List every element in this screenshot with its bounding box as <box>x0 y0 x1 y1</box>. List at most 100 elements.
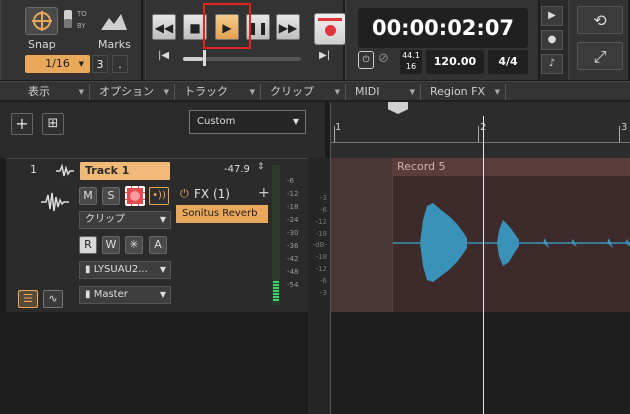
track-volume-value[interactable]: -47.9 <box>224 164 250 175</box>
add-fx-icon[interactable]: + <box>258 185 270 201</box>
go-to-end-icon[interactable]: ▶| <box>319 50 330 61</box>
control-bar: Snap TO BY Marks 1/16 ▼ 3 . ◀◀ ■ ▶ ❚❚ ▶▶… <box>0 0 630 80</box>
audio-clip[interactable] <box>392 158 630 312</box>
input-dropdown[interactable]: ▮ LYSUAU2... ▼ <box>79 261 171 279</box>
track-view-preset-value: Custom <box>197 116 236 127</box>
fx-power-icon[interactable]: ⏻ <box>180 187 189 201</box>
record-arm-button[interactable] <box>125 186 145 206</box>
menu-region-fx[interactable]: Region FX ▼ <box>424 84 506 100</box>
plus-icon: + <box>15 114 29 133</box>
record-button[interactable] <box>314 13 346 45</box>
clip-header[interactable]: Record 5 <box>392 158 630 176</box>
chevron-down-icon: ▼ <box>494 88 500 96</box>
playhead-marker-icon[interactable] <box>388 102 408 114</box>
waveform-scale: -3 -6 -12 -18 -dB- -18 -12 -6 -3 <box>308 158 330 414</box>
track-view-preset-dropdown[interactable]: Custom ▼ <box>189 110 306 134</box>
chevron-down-icon: ▼ <box>249 88 255 96</box>
chevron-down-icon: ▼ <box>409 88 415 96</box>
scale-label: -3 <box>320 194 327 202</box>
record-arm-icon <box>130 191 140 201</box>
edit-filter-value: クリップ <box>85 214 125 225</box>
metronome-button[interactable]: ♪ <box>541 54 563 74</box>
solo-button[interactable]: S <box>102 187 120 205</box>
position-slider-thumb[interactable] <box>203 50 206 66</box>
menu-track[interactable]: トラック ▼ <box>178 84 261 100</box>
position-slider-fill <box>183 57 203 61</box>
volume-spinner-icon[interactable]: ⇕ <box>257 162 265 172</box>
read-automation-button[interactable]: R <box>79 236 97 254</box>
menu-view[interactable]: 表示 ▼ <box>22 84 90 100</box>
output-value: Master <box>93 289 128 300</box>
snap-count-field[interactable]: 3 <box>92 55 108 73</box>
scale-label: -12 <box>315 265 327 273</box>
clock-source-icon[interactable]: ⏻ <box>358 51 374 69</box>
time-ruler[interactable]: 1 2 3 <box>330 102 630 158</box>
scale-label: -6 <box>320 277 327 285</box>
play-from-button[interactable]: ▶ <box>541 6 563 26</box>
automation-button[interactable]: A <box>149 236 167 254</box>
freeze-button[interactable]: ✳ <box>125 236 143 254</box>
snap-toggle-button[interactable] <box>25 7 58 35</box>
sync-disabled-icon[interactable]: ⊘ <box>378 51 389 66</box>
add-folder-button[interactable]: ⊞ <box>42 113 64 135</box>
waveform-icon <box>41 192 69 212</box>
rewind-button[interactable]: ◀◀ <box>152 14 176 40</box>
marks-icon[interactable] <box>99 10 129 32</box>
menu-midi-label: MIDI <box>355 85 380 98</box>
audio-track-icon <box>56 164 74 177</box>
menu-clip-label: クリップ <box>270 85 314 98</box>
track-name-field[interactable]: Track 1 <box>80 162 170 180</box>
automation-lane-icon[interactable]: ∿ <box>43 290 63 308</box>
menu-midi[interactable]: MIDI ▼ <box>349 84 421 100</box>
scale-label: -6 <box>320 206 327 214</box>
meter-scale-36: -36 <box>287 242 299 250</box>
track-strip-icon[interactable]: ☰ <box>18 290 38 308</box>
punch-icon: ⤢ <box>593 47 607 66</box>
snap-by-label: BY <box>77 22 86 30</box>
menu-region-fx-label: Region FX <box>430 85 486 98</box>
add-track-button[interactable]: + <box>11 113 33 135</box>
mute-button[interactable]: M <box>79 187 97 205</box>
input-value: LYSUAU2... <box>93 264 148 275</box>
menu-options[interactable]: オプション ▼ <box>93 84 175 100</box>
chevron-down-icon: ▼ <box>78 60 84 68</box>
output-device-icon: ▮ <box>85 289 91 300</box>
record-mode-button[interactable]: ● <box>541 30 563 50</box>
punch-button[interactable]: ⤢ <box>577 42 623 70</box>
meter-scale-12: -12 <box>287 190 299 198</box>
meter-scale-48: -48 <box>287 268 299 276</box>
clips-pane-empty-area[interactable] <box>330 312 630 414</box>
input-echo-icon: •)) <box>152 190 166 201</box>
scale-label: -18 <box>315 230 327 238</box>
fast-forward-button[interactable]: ▶▶ <box>276 14 300 40</box>
triangle-right-icon: ▶ <box>548 10 556 21</box>
record-icon <box>325 25 336 36</box>
chevron-down-icon: ▼ <box>159 265 166 274</box>
record-bar-icon <box>318 18 342 21</box>
write-automation-button[interactable]: W <box>102 236 120 254</box>
metronome-icon: ♪ <box>548 58 556 69</box>
snap-dot-field[interactable]: . <box>112 55 128 73</box>
menu-options-label: オプション <box>99 85 154 98</box>
input-echo-button[interactable]: •)) <box>149 187 169 205</box>
meter-scale-6: -6 <box>287 177 294 185</box>
menu-clip[interactable]: クリップ ▼ <box>264 84 346 100</box>
track-pane-empty-area[interactable] <box>0 312 330 414</box>
output-dropdown[interactable]: ▮ Master ▼ <box>79 286 171 304</box>
track-header: 1 Track 1 -47.9 ⇕ M S •)) クリップ ▼ R W ✳ A … <box>6 158 308 312</box>
tempo-field[interactable]: 120.00 <box>426 50 484 74</box>
edit-filter-dropdown[interactable]: クリップ ▼ <box>79 211 171 229</box>
level-meter <box>272 165 280 305</box>
menu-track-label: トラック <box>184 85 228 98</box>
meter-field[interactable]: 4/4 <box>488 50 528 74</box>
loop-button[interactable]: ⟲ <box>577 6 623 34</box>
fx-slot[interactable]: Sonitus Reverb <box>176 205 268 223</box>
bit-depth-value: 16 <box>405 62 417 71</box>
snap-resolution-dropdown[interactable]: 1/16 ▼ <box>25 55 90 73</box>
fast-forward-icon: ▶▶ <box>278 21 298 35</box>
sample-rate-display[interactable]: 44.1 16 <box>400 50 422 74</box>
meter-scale-54: -54 <box>287 281 299 289</box>
go-to-start-icon[interactable]: |◀ <box>158 50 169 61</box>
meter-scale-18: -18 <box>287 203 299 211</box>
time-display[interactable]: 00:00:02:07 <box>358 8 528 48</box>
